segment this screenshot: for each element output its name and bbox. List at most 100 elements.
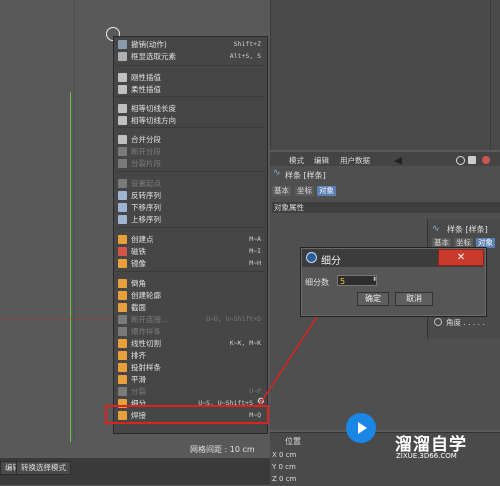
menu-item-icon <box>118 104 127 113</box>
dialog-close-button[interactable]: ✕ <box>438 249 484 266</box>
menu-item-icon <box>118 40 127 49</box>
menu-item[interactable]: 撤销(动作) Shift+Z <box>114 39 267 50</box>
menu-item[interactable]: 分裂 U~P <box>114 386 267 397</box>
menu-item-icon <box>118 147 127 156</box>
menu-item[interactable]: 相等切线方向 <box>114 115 267 126</box>
menu-edit[interactable]: 编辑 <box>314 155 329 166</box>
menu-item[interactable]: 平滑 <box>114 374 267 385</box>
back-arrow-icon[interactable] <box>394 157 402 165</box>
grid-spacing-label: 网格间距 : 10 cm <box>190 445 255 454</box>
cinema4d-logo-icon <box>306 252 317 263</box>
viewport-edge-line <box>74 0 75 440</box>
menu-item[interactable]: 截面 <box>114 302 267 313</box>
cancel-button[interactable]: 取消 <box>395 292 433 306</box>
coord-y[interactable]: Y 0 cm <box>272 463 352 473</box>
menu-item-icon <box>118 247 127 256</box>
menu-item-label: 平滑 <box>131 375 146 384</box>
menu-item[interactable]: 反转序列 <box>114 190 267 201</box>
subdivision-count-input[interactable]: 5 <box>337 275 377 286</box>
menu-item[interactable]: 投射样条 <box>114 362 267 373</box>
menu-item[interactable]: 相等切线长度 <box>114 103 267 114</box>
menu-item[interactable]: 倒角 <box>114 278 267 289</box>
menu-item-icon <box>118 159 127 168</box>
dialog-title: 细分 <box>321 256 341 267</box>
tab-object[interactable]: 对象 <box>317 186 336 196</box>
menu-item-icon <box>118 363 127 372</box>
menu-item[interactable]: 排齐 <box>114 350 267 361</box>
radio-icon[interactable] <box>434 318 442 326</box>
menu-item-label: 下移序列 <box>131 203 161 212</box>
menu-item-shortcut: M~A <box>249 235 261 243</box>
menu-item[interactable]: 断开分段 <box>114 146 267 157</box>
menu-item-label: 柔性插值 <box>131 85 161 94</box>
menu-item-icon <box>118 73 127 82</box>
sub-panel-title: 样条 [样条] <box>447 225 488 234</box>
attribute-object-title: 样条 [样条] <box>285 171 326 180</box>
menu-item-label: 创建轮廓 <box>131 291 161 300</box>
menu-item[interactable]: 下移序列 <box>114 202 267 213</box>
tab-basic[interactable]: 基本 <box>272 186 291 196</box>
menu-separator <box>116 171 265 172</box>
search-icon[interactable] <box>456 156 465 165</box>
menu-separator <box>116 271 265 272</box>
menu-item[interactable]: 刚性插值 <box>114 72 267 83</box>
menu-user-data[interactable]: 用户数据 <box>340 155 370 166</box>
y-axis-line <box>70 92 71 442</box>
menu-separator <box>116 65 265 66</box>
menu-item-icon <box>118 235 127 244</box>
menu-item-label: 断开分段 <box>131 147 161 156</box>
menu-item[interactable]: 创建轮廓 <box>114 290 267 301</box>
menu-item[interactable]: 创建点 M~A <box>114 234 267 245</box>
menu-item-label: 爆炸样条 <box>131 327 161 336</box>
menu-item-label: 撤销(动作) <box>131 40 167 49</box>
menu-item-icon <box>118 116 127 125</box>
menu-item-icon <box>118 259 127 268</box>
menu-item-icon <box>118 291 127 300</box>
menu-item-icon <box>118 52 127 61</box>
convert-selection-mode-button[interactable]: 转换选择模式 <box>16 461 71 475</box>
target-icon[interactable] <box>482 156 490 164</box>
menu-item-icon <box>118 85 127 94</box>
coord-x[interactable]: X 0 cm <box>272 451 352 461</box>
menu-item-label: 分裂片段 <box>131 159 161 168</box>
menu-item[interactable]: 分裂片段 <box>114 158 267 169</box>
ok-button[interactable]: 确定 <box>357 292 389 306</box>
menu-item-label: 相等切线方向 <box>131 116 176 125</box>
menu-item-icon <box>118 303 127 312</box>
context-menu: 撤销(动作) Shift+Z 框显选取元素 Alt+S, S 刚性插值柔性插值相等切线长… <box>113 36 268 434</box>
menu-item-label: 截面 <box>131 303 146 312</box>
stepper-arrows-icon[interactable]: ⬍ <box>372 276 377 283</box>
coord-z[interactable]: Z 0 cm <box>272 475 352 485</box>
menu-item[interactable]: 合并分段 <box>114 134 267 145</box>
menu-item-icon <box>118 135 127 144</box>
menu-item-label: 设置起点 <box>131 179 161 188</box>
menu-item-label: 断开连接... <box>131 315 169 324</box>
subdivision-count-label: 细分数 <box>305 278 329 287</box>
menu-item-label: 倒角 <box>131 279 146 288</box>
watermark-logo-icon <box>346 413 376 443</box>
menu-item-label: 上移序列 <box>131 215 161 224</box>
menu-item[interactable]: 线性切割 K~K, M~K <box>114 338 267 349</box>
menu-item-icon <box>118 179 127 188</box>
highlight-box <box>105 405 269 424</box>
menu-item-icon <box>118 215 127 224</box>
menu-item[interactable]: 断开连接... U~D, U~Shift+D <box>114 314 267 325</box>
menu-item-shortcut: M~I <box>249 247 261 255</box>
menu-item-icon <box>118 279 127 288</box>
tab-coord[interactable]: 坐标 <box>295 186 314 196</box>
x-axis-line <box>0 318 120 319</box>
watermark-url: ZIXUE.3D66.COM <box>396 452 457 460</box>
menu-item-icon <box>118 351 127 360</box>
menu-item[interactable]: 镜像 M~H <box>114 258 267 269</box>
menu-item[interactable]: 爆炸样条 <box>114 326 267 337</box>
menu-mode[interactable]: 模式 <box>289 155 304 166</box>
lock-icon[interactable] <box>468 156 476 164</box>
menu-item-label: 分裂 <box>131 387 146 396</box>
menu-item-icon <box>118 387 127 396</box>
menu-item[interactable]: 磁铁 M~I <box>114 246 267 257</box>
menu-item[interactable]: 上移序列 <box>114 214 267 225</box>
menu-item[interactable]: 设置起点 <box>114 178 267 189</box>
menu-item[interactable]: 框显选取元素 Alt+S, S <box>114 51 267 62</box>
menu-item[interactable]: 柔性插值 <box>114 84 267 95</box>
menu-item-icon <box>118 375 127 384</box>
